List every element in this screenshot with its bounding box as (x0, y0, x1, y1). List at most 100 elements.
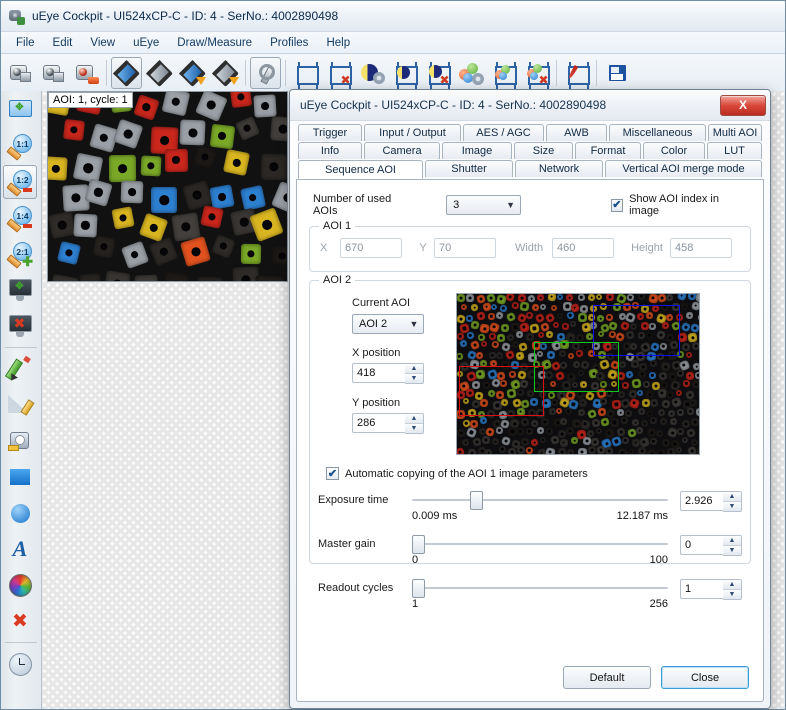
close-icon[interactable]: X (720, 95, 766, 116)
fit-to-window-icon[interactable]: ✥ (3, 93, 37, 127)
freeze-video-icon[interactable] (144, 57, 175, 89)
exposure-time-thumb[interactable] (470, 491, 483, 510)
whitebalance-settings-icon[interactable] (455, 57, 486, 89)
zoom-1-2-icon[interactable]: 1:2 (3, 165, 37, 199)
ellipse-tool-icon[interactable] (3, 496, 37, 530)
tab-awb[interactable]: AWB (546, 124, 607, 141)
tab-shutter[interactable]: Shutter (425, 160, 513, 177)
rectangle-tool-icon[interactable] (3, 460, 37, 494)
readout-cycles-up-icon[interactable]: ▲ (723, 580, 741, 590)
menu-item-draw-measure[interactable]: Draw/Measure (168, 35, 261, 51)
readout-cycles-track[interactable] (412, 587, 668, 589)
menu-item-ueye[interactable]: uEye (124, 35, 168, 51)
camera-properties-icon[interactable] (250, 57, 281, 89)
aoi-rect-green[interactable] (534, 342, 619, 392)
show-aoi-index-checkbox[interactable]: ✔ (611, 199, 624, 212)
master-gain-track[interactable] (412, 543, 668, 545)
color-picker-icon[interactable] (3, 568, 37, 602)
tab-image[interactable]: Image (442, 142, 512, 159)
tab-size[interactable]: Size (514, 142, 573, 159)
exposure-time-slider[interactable] (412, 491, 668, 509)
close-button[interactable]: Close (661, 666, 749, 689)
zoom-2-1-icon[interactable]: 2:1✚ (3, 237, 37, 271)
aoi-frame-icon[interactable] (290, 57, 321, 89)
delete-drawing-icon[interactable]: ✖ (3, 604, 37, 638)
menu-item-help[interactable]: Help (317, 35, 359, 51)
tab-miscellaneous[interactable]: Miscellaneous (609, 124, 706, 141)
close-camera-icon[interactable] (38, 57, 69, 89)
menu-item-view[interactable]: View (81, 35, 124, 51)
tab-vertical-aoi-merge-mode[interactable]: Vertical AOI merge mode (605, 160, 762, 177)
exposure-time-down-icon[interactable]: ▼ (723, 502, 741, 511)
master-gain-stepper[interactable]: 0▲▼ (680, 535, 742, 556)
tab-camera[interactable]: Camera (364, 142, 440, 159)
menu-item-file[interactable]: File (7, 35, 44, 51)
menu-item-profiles[interactable]: Profiles (261, 35, 317, 51)
readout-cycles-thumb[interactable] (412, 579, 425, 598)
exposure-settings-icon[interactable] (356, 57, 387, 89)
readout-cycles-row: Readout cycles12561▲▼ (318, 579, 742, 610)
display-fit-icon[interactable]: ✥ (3, 273, 37, 307)
aoi-rect-red[interactable] (459, 366, 544, 416)
camera-record-icon[interactable] (71, 57, 102, 89)
aoi2-group-label: AOI 2 (319, 274, 355, 286)
tab-lut[interactable]: LUT (707, 142, 762, 159)
readout-cycles-stepper[interactable]: 1▲▼ (680, 579, 742, 600)
x-position-down-icon[interactable]: ▼ (405, 374, 423, 383)
y-position-stepper[interactable]: 286 ▲▼ (352, 413, 424, 434)
auto-exposure-icon[interactable] (389, 57, 420, 89)
exposure-time-track[interactable] (412, 499, 668, 501)
zoom-1-1-icon[interactable]: 1:1 (3, 129, 37, 163)
zoom-1-4-icon[interactable]: 1:4 (3, 201, 37, 235)
tab-multi-aoi[interactable]: Multi AOI (708, 124, 762, 141)
tab-trigger[interactable]: Trigger (298, 124, 362, 141)
default-button[interactable]: Default (563, 666, 651, 689)
y-position-down-icon[interactable]: ▼ (405, 424, 423, 433)
whitebalance-icon[interactable] (488, 57, 519, 89)
tab-network[interactable]: Network (515, 160, 603, 177)
gamma-curve-icon[interactable] (561, 57, 592, 89)
master-gain-thumb[interactable] (412, 535, 425, 554)
x-position-up-icon[interactable]: ▲ (405, 364, 423, 374)
aoi-reset-icon[interactable]: ✖ (323, 57, 354, 89)
menu-item-edit[interactable]: Edit (44, 35, 82, 51)
whitebalance-off-icon[interactable]: ✖ (521, 57, 552, 89)
exposure-time-field[interactable]: 2.926 (680, 491, 723, 511)
x-position-stepper[interactable]: 418 ▲▼ (352, 363, 424, 384)
auto-exposure-off-icon[interactable]: ✖ (422, 57, 453, 89)
tab-input-output[interactable]: Input / Output (364, 124, 461, 141)
y-position-up-icon[interactable]: ▲ (405, 414, 423, 424)
live-video-icon[interactable] (111, 57, 142, 89)
pencil-tool-icon[interactable] (3, 352, 37, 386)
auto-copy-checkbox[interactable]: ✔ (326, 467, 339, 480)
tab-sequence-aoi[interactable]: Sequence AOI (298, 160, 423, 179)
tab-color[interactable]: Color (643, 142, 705, 159)
readout-cycles-slider[interactable] (412, 579, 668, 597)
open-camera-icon[interactable] (5, 57, 36, 89)
text-tool-icon[interactable]: A (3, 532, 37, 566)
tab-info[interactable]: Info (298, 142, 362, 159)
save-sequence-icon[interactable] (177, 57, 208, 89)
tab-format[interactable]: Format (575, 142, 641, 159)
readout-cycles-field[interactable]: 1 (680, 579, 723, 599)
aoi-preview-image[interactable] (456, 293, 700, 455)
readout-cycles-down-icon[interactable]: ▼ (723, 590, 741, 599)
master-gain-field[interactable]: 0 (680, 535, 723, 555)
master-gain-up-icon[interactable]: ▲ (723, 536, 741, 546)
load-sequence-icon[interactable] (210, 57, 241, 89)
number-of-aois-dropdown[interactable]: 3 ▼ (446, 195, 520, 215)
master-gain-down-icon[interactable]: ▼ (723, 546, 741, 555)
exposure-time-up-icon[interactable]: ▲ (723, 492, 741, 502)
measure-tool-icon[interactable] (3, 388, 37, 422)
tab-aes-agc[interactable]: AES / AGC (463, 124, 544, 141)
x-position-field[interactable]: 418 (352, 363, 405, 383)
timer-icon[interactable] (3, 647, 37, 681)
y-position-field[interactable]: 286 (352, 413, 405, 433)
master-gain-slider[interactable] (412, 535, 668, 553)
save-image-icon[interactable] (601, 57, 632, 89)
tape-measure-icon[interactable] (3, 424, 37, 458)
current-aoi-dropdown[interactable]: AOI 2 ▼ (352, 314, 424, 334)
display-close-icon[interactable]: ✖ (3, 309, 37, 343)
exposure-time-stepper[interactable]: 2.926▲▼ (680, 491, 742, 512)
live-image-window[interactable]: AOI: 1, cycle: 1 (47, 91, 288, 282)
